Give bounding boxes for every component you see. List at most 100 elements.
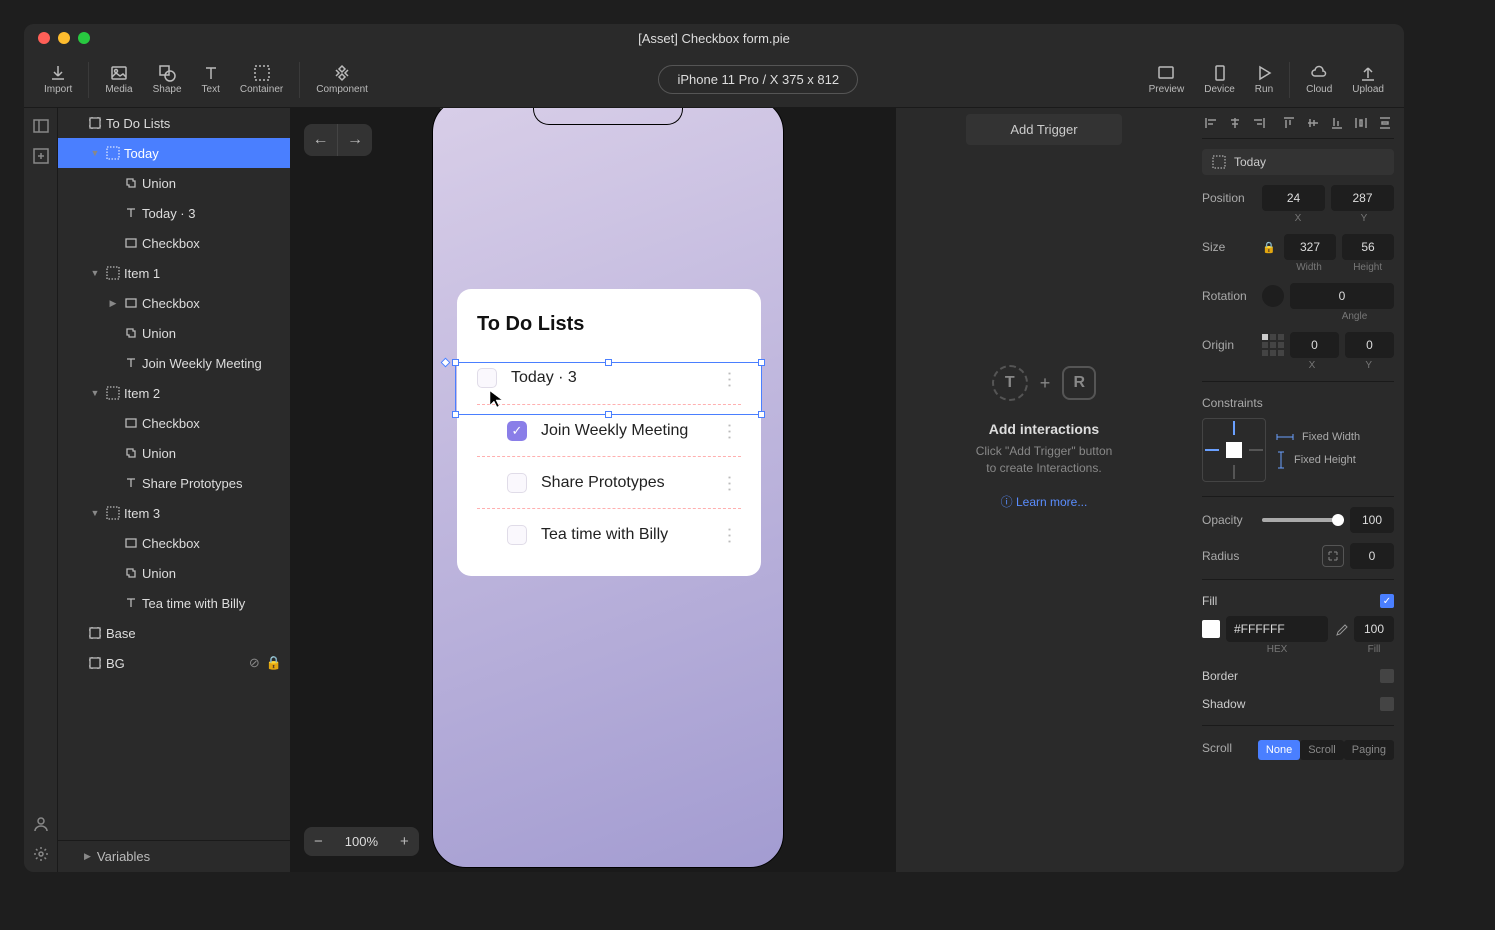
add-icon[interactable] <box>33 148 49 164</box>
checkbox[interactable]: ✓ <box>507 421 527 441</box>
layer-row[interactable]: Tea time with Billy <box>58 588 290 618</box>
component-icon <box>333 64 351 82</box>
layer-row[interactable]: ▼Item 1 <box>58 258 290 288</box>
window-close[interactable] <box>38 32 50 44</box>
hidden-icon[interactable]: ⊘ <box>249 655 260 671</box>
fill-hex-input[interactable] <box>1226 616 1328 642</box>
distribute-v-icon[interactable] <box>1378 116 1392 130</box>
nav-forward[interactable]: → <box>338 124 372 156</box>
border-toggle[interactable] <box>1380 669 1394 683</box>
device-notch <box>533 108 683 125</box>
layer-row[interactable]: BG⊘🔒 <box>58 648 290 678</box>
opacity-input[interactable] <box>1350 507 1394 533</box>
position-x-input[interactable] <box>1262 185 1325 211</box>
layer-row[interactable]: ▶Checkbox <box>58 288 290 318</box>
layer-row[interactable]: Checkbox <box>58 528 290 558</box>
lock-icon[interactable]: 🔒 <box>266 655 282 671</box>
layer-label: Union <box>142 566 290 581</box>
opacity-slider[interactable] <box>1262 518 1344 522</box>
grid-icon <box>1212 155 1226 169</box>
layer-row[interactable]: ▼Item 3 <box>58 498 290 528</box>
fixed-width-toggle[interactable]: Fixed Width <box>1276 431 1360 443</box>
nav-back[interactable]: ← <box>304 124 338 156</box>
layer-row[interactable]: Share Prototypes <box>58 468 290 498</box>
radius-input[interactable] <box>1350 543 1394 569</box>
run-button[interactable]: Run <box>1245 60 1283 99</box>
width-input[interactable] <box>1284 234 1336 260</box>
checkbox[interactable] <box>507 473 527 493</box>
fill-toggle[interactable]: ✓ <box>1380 594 1394 608</box>
origin-picker[interactable] <box>1262 334 1284 356</box>
layer-row[interactable]: Join Weekly Meeting <box>58 348 290 378</box>
layer-row[interactable]: ▼Today <box>58 138 290 168</box>
preview-button[interactable]: Preview <box>1139 60 1195 99</box>
add-trigger-button[interactable]: Add Trigger <box>966 114 1122 145</box>
component-button[interactable]: Component <box>306 60 378 99</box>
layer-row[interactable]: Union <box>58 558 290 588</box>
constraints-picker[interactable] <box>1202 418 1266 482</box>
scroll-paging[interactable]: Paging <box>1344 740 1394 760</box>
window-maximize[interactable] <box>78 32 90 44</box>
chevron-icon[interactable]: ▼ <box>88 148 102 158</box>
card-title: To Do Lists <box>477 313 741 336</box>
shadow-toggle[interactable] <box>1380 697 1394 711</box>
scroll-none[interactable]: None <box>1258 740 1300 760</box>
position-y-input[interactable] <box>1331 185 1394 211</box>
user-icon[interactable] <box>33 816 49 832</box>
fill-alpha-input[interactable] <box>1354 616 1394 642</box>
device-button[interactable]: Device <box>1194 60 1245 99</box>
align-bottom-icon[interactable] <box>1330 116 1344 130</box>
origin-y-input[interactable] <box>1345 332 1394 358</box>
import-button[interactable]: Import <box>34 60 82 99</box>
layer-row[interactable]: Base <box>58 618 290 648</box>
radius-mode[interactable] <box>1322 545 1344 567</box>
height-input[interactable] <box>1342 234 1394 260</box>
media-button[interactable]: Media <box>95 60 142 99</box>
checkbox[interactable] <box>507 525 527 545</box>
align-center-h-icon[interactable] <box>1228 116 1242 130</box>
more-icon[interactable]: ⋯ <box>719 527 740 543</box>
panels-icon[interactable] <box>33 118 49 134</box>
fixed-height-toggle[interactable]: Fixed Height <box>1276 451 1360 469</box>
container-button[interactable]: Container <box>230 60 293 99</box>
align-top-icon[interactable] <box>1282 116 1296 130</box>
layer-row[interactable]: Checkbox <box>58 228 290 258</box>
text-button[interactable]: Text <box>192 60 230 99</box>
chevron-icon[interactable]: ▶ <box>106 298 120 309</box>
scroll-scroll[interactable]: Scroll <box>1300 740 1344 760</box>
more-icon[interactable]: ⋯ <box>719 475 740 491</box>
chevron-icon[interactable]: ▼ <box>88 268 102 278</box>
align-left-icon[interactable] <box>1204 116 1218 130</box>
chevron-icon[interactable]: ▼ <box>88 508 102 518</box>
layer-row[interactable]: Union <box>58 168 290 198</box>
layer-row[interactable]: Union <box>58 438 290 468</box>
window-minimize[interactable] <box>58 32 70 44</box>
cloud-button[interactable]: Cloud <box>1296 60 1342 99</box>
layer-row[interactable]: Union <box>58 318 290 348</box>
device-selector[interactable]: iPhone 11 Pro / X 375 x 812 <box>658 65 858 94</box>
distribute-h-icon[interactable] <box>1354 116 1368 130</box>
lock-icon[interactable]: 🔒 <box>1262 241 1278 254</box>
settings-icon[interactable] <box>33 846 49 862</box>
learn-more-link[interactable]: Learn more... <box>1001 493 1088 510</box>
canvas[interactable]: ← → Checkbox form To Do Lists Today · 3⋯… <box>290 108 896 872</box>
layer-row[interactable]: Checkbox <box>58 408 290 438</box>
shape-button[interactable]: Shape <box>143 60 192 99</box>
align-center-v-icon[interactable] <box>1306 116 1320 130</box>
eyedropper-icon[interactable] <box>1334 622 1348 636</box>
rotation-dial[interactable] <box>1262 285 1284 307</box>
zoom-in[interactable]: + <box>390 827 419 856</box>
align-right-icon[interactable] <box>1252 116 1266 130</box>
layer-row[interactable]: To Do Lists <box>58 108 290 138</box>
upload-button[interactable]: Upload <box>1342 60 1394 99</box>
selection-name[interactable]: Today <box>1202 149 1394 175</box>
rotation-input[interactable] <box>1290 283 1394 309</box>
origin-x-input[interactable] <box>1290 332 1339 358</box>
fill-swatch[interactable] <box>1202 620 1220 638</box>
variables-section[interactable]: ▶ Variables <box>58 840 290 872</box>
chevron-icon[interactable]: ▼ <box>88 388 102 398</box>
layer-row[interactable]: Today · 3 <box>58 198 290 228</box>
layer-row[interactable]: ▼Item 2 <box>58 378 290 408</box>
more-icon[interactable]: ⋯ <box>719 423 740 439</box>
zoom-out[interactable]: − <box>304 827 333 856</box>
